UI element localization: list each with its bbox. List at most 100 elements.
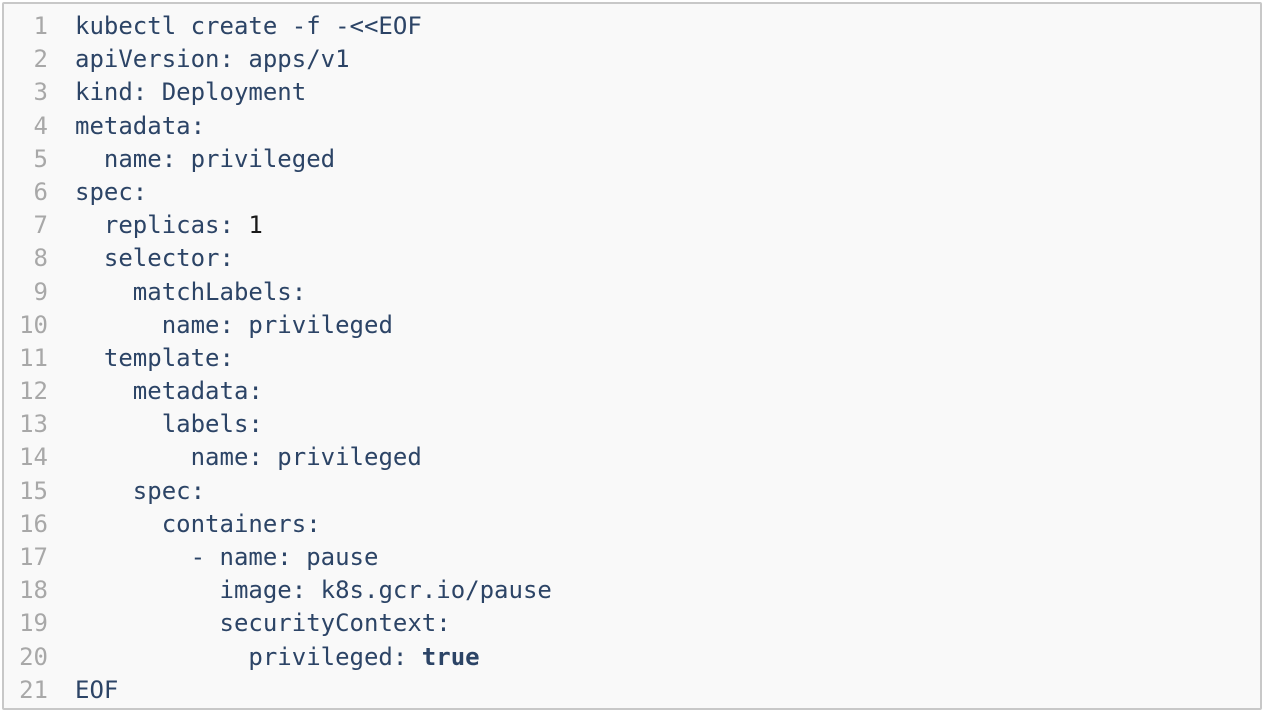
line-number: 1 xyxy=(33,12,48,40)
code-key: privileged xyxy=(248,642,393,671)
code-line: 2 apiVersion: apps/v1 xyxy=(4,43,1260,76)
code-separator: : xyxy=(392,642,422,671)
code-separator: : xyxy=(219,310,249,339)
line-number: 6 xyxy=(33,177,48,206)
code-key: EOF xyxy=(75,675,119,704)
code-value: apps/v1 xyxy=(248,45,350,74)
code-line: 6 spec: xyxy=(4,176,1260,209)
code-text: matchLabels: xyxy=(75,276,1260,309)
code-text: spec: xyxy=(75,475,1260,508)
line-number: 8 xyxy=(33,244,48,273)
code-separator: : xyxy=(436,609,451,638)
code-value: privileged xyxy=(190,144,336,173)
code-text: kind: Deployment xyxy=(75,76,1260,109)
line-number: 9 xyxy=(33,277,48,306)
code-value: Deployment xyxy=(161,78,307,107)
code-text: template: xyxy=(75,342,1260,375)
code-text: containers: xyxy=(75,508,1260,541)
code-separator: : xyxy=(132,177,148,206)
code-block: 1 kubectl create -f -<<EOF 2 apiVersion: ap… xyxy=(2,2,1262,710)
code-line: 9 matchLabels: xyxy=(4,276,1260,309)
code-text: apiVersion: apps/v1 xyxy=(75,43,1260,76)
line-number: 4 xyxy=(33,111,48,140)
code-value: 1 xyxy=(248,211,263,240)
code-value: privileged xyxy=(277,443,422,472)
code-key: kind xyxy=(75,78,133,107)
line-number: 14 xyxy=(19,443,48,472)
code-text: metadata: xyxy=(75,110,1260,143)
code-text: image: k8s.gcr.io/pause xyxy=(75,574,1260,607)
line-number: 11 xyxy=(19,343,48,372)
code-separator: : xyxy=(219,211,249,240)
code-key: metadata xyxy=(132,377,249,406)
code-text: - name: pause xyxy=(75,541,1260,574)
code-key: kubectl create -f -<<EOF xyxy=(75,12,422,40)
code-line: 4 metadata: xyxy=(4,110,1260,143)
line-number: 3 xyxy=(33,78,48,107)
code-separator: : xyxy=(219,244,234,273)
code-key: apiVersion xyxy=(75,45,220,74)
code-separator: : xyxy=(291,576,321,605)
code-separator: : xyxy=(306,509,321,538)
code-separator: : xyxy=(190,476,206,505)
line-number: 13 xyxy=(19,410,48,439)
code-line: 5 name: privileged xyxy=(4,143,1260,176)
code-line: 3 kind: Deployment xyxy=(4,76,1260,109)
code-line: 12 metadata: xyxy=(4,375,1260,408)
code-line: 13 labels: xyxy=(4,408,1260,441)
code-key: selector xyxy=(103,244,220,273)
code-key: image xyxy=(219,576,292,605)
line-number: 12 xyxy=(19,377,48,406)
code-key: containers xyxy=(161,509,307,538)
code-key: name xyxy=(161,310,220,339)
code-separator: : xyxy=(219,343,234,372)
code-key: spec xyxy=(132,476,191,505)
code-value: privileged xyxy=(248,310,393,339)
code-text: name: privileged xyxy=(75,441,1260,474)
code-line: 7 replicas: 1 xyxy=(4,209,1260,242)
line-number: 2 xyxy=(33,45,48,74)
code-separator: : xyxy=(190,111,206,140)
code-line: 11 template: xyxy=(4,342,1260,375)
code-line: 8 selector: xyxy=(4,242,1260,275)
code-separator: : xyxy=(132,78,162,107)
code-separator: : xyxy=(219,45,249,74)
code-separator: : xyxy=(248,377,263,406)
code-key: securityContext xyxy=(219,609,437,638)
code-text: privileged: true xyxy=(75,641,1260,674)
code-value: pause xyxy=(306,543,379,571)
code-text: selector: xyxy=(75,242,1260,275)
code-separator: : xyxy=(161,144,191,173)
code-line: 16 containers: xyxy=(4,508,1260,541)
line-number: 19 xyxy=(19,609,48,638)
line-number: 21 xyxy=(19,675,48,704)
code-line: 10 name: privileged xyxy=(4,309,1260,342)
line-number: 17 xyxy=(19,543,48,571)
line-number: 15 xyxy=(19,476,48,505)
code-separator: : xyxy=(277,543,307,571)
code-key: name xyxy=(190,443,249,472)
code-text: EOF xyxy=(75,674,1260,707)
code-text: kubectl create -f -<<EOF xyxy=(75,10,1260,43)
code-value: true xyxy=(421,642,480,671)
code-key: spec xyxy=(75,177,133,206)
code-key: - name xyxy=(190,543,278,571)
code-separator: : xyxy=(248,410,263,439)
code-text: replicas: 1 xyxy=(75,209,1260,242)
code-line: 20 privileged: true xyxy=(4,641,1260,674)
code-key: template xyxy=(103,343,220,372)
code-key: matchLabels xyxy=(132,277,292,306)
code-value: k8s.gcr.io/pause xyxy=(320,576,552,605)
code-key: labels xyxy=(161,410,249,439)
